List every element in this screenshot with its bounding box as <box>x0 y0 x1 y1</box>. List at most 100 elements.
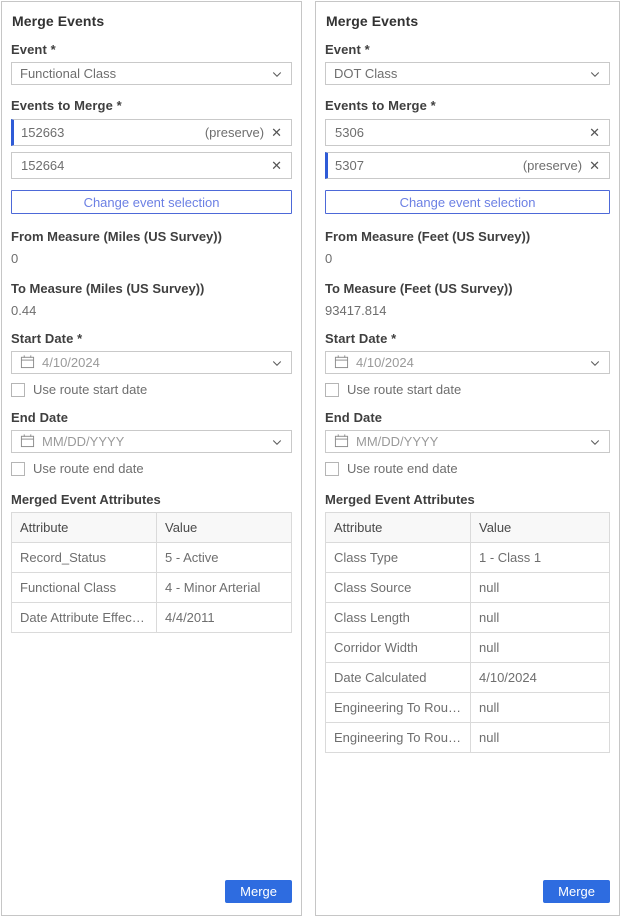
table-row: Engineering To RouteIDnull <box>326 693 610 723</box>
table-row: Date Attribute Effective4/4/2011 <box>12 603 292 633</box>
event-to-merge-item[interactable]: 152663 (preserve) ✕ <box>11 119 292 146</box>
table-header-row: AttributeValue <box>12 513 292 543</box>
table-cell: null <box>471 573 610 603</box>
table-cell: Date Attribute Effective <box>12 603 157 633</box>
use-route-end-date-label: Use route end date <box>33 461 144 476</box>
table-row: Class Sourcenull <box>326 573 610 603</box>
table-header-row: AttributeValue <box>326 513 610 543</box>
table-cell: 5 - Active <box>157 543 292 573</box>
use-route-end-date-row: Use route end date <box>325 461 610 476</box>
change-event-selection-button[interactable]: Change event selection <box>11 190 292 214</box>
table-cell: Date Calculated <box>326 663 471 693</box>
chevron-down-icon <box>589 357 601 369</box>
event-select[interactable]: DOT Class <box>325 62 610 85</box>
table-cell: Engineering To Route ... <box>326 723 471 753</box>
table-row: Engineering To Route ...null <box>326 723 610 753</box>
event-select-value: Functional Class <box>20 66 271 81</box>
from-measure-value: 0 <box>11 251 292 266</box>
table-row: Record_Status5 - Active <box>12 543 292 573</box>
table-cell: Class Type <box>326 543 471 573</box>
from-measure-value: 0 <box>325 251 610 266</box>
table-cell: null <box>471 633 610 663</box>
start-date-picker[interactable]: 4/10/2024 <box>11 351 292 374</box>
end-date-value: MM/DD/YYYY <box>42 434 264 449</box>
end-date-picker[interactable]: MM/DD/YYYY <box>11 430 292 453</box>
table-cell: 4 - Minor Arterial <box>157 573 292 603</box>
use-route-start-date-label: Use route start date <box>347 382 461 397</box>
table-cell: null <box>471 723 610 753</box>
table-cell: Functional Class <box>12 573 157 603</box>
table-row: Class Lengthnull <box>326 603 610 633</box>
table-row: Date Calculated4/10/2024 <box>326 663 610 693</box>
close-icon[interactable]: ✕ <box>271 126 282 139</box>
event-label: Event * <box>325 42 610 57</box>
start-date-picker[interactable]: 4/10/2024 <box>325 351 610 374</box>
table-row: Class Type1 - Class 1 <box>326 543 610 573</box>
calendar-icon <box>20 354 35 372</box>
column-header: Value <box>157 513 292 543</box>
merged-event-attributes-title: Merged Event Attributes <box>325 492 610 507</box>
table-cell: 4/4/2011 <box>157 603 292 633</box>
event-id: 5306 <box>335 125 582 140</box>
table-cell: null <box>471 693 610 723</box>
event-to-merge-item[interactable]: 5306 ✕ <box>325 119 610 146</box>
event-id: 152663 <box>21 125 205 140</box>
column-header: Value <box>471 513 610 543</box>
table-cell: null <box>471 603 610 633</box>
event-id: 5307 <box>335 158 523 173</box>
close-icon[interactable]: ✕ <box>271 159 282 172</box>
use-route-end-date-checkbox[interactable] <box>11 462 25 476</box>
end-date-label: End Date <box>325 410 610 425</box>
column-header: Attribute <box>12 513 157 543</box>
panel-title: Merge Events <box>12 13 292 29</box>
use-route-start-date-row: Use route start date <box>11 382 292 397</box>
table-row: Corridor Widthnull <box>326 633 610 663</box>
end-date-picker[interactable]: MM/DD/YYYY <box>325 430 610 453</box>
column-header: Attribute <box>326 513 471 543</box>
to-measure-value: 0.44 <box>11 303 292 318</box>
table-cell: 1 - Class 1 <box>471 543 610 573</box>
to-measure-label: To Measure (Feet (US Survey)) <box>325 281 610 296</box>
merge-events-workspace: Merge Events Event * Functional Class Ev… <box>0 0 621 917</box>
from-measure-label: From Measure (Miles (US Survey)) <box>11 229 292 244</box>
table-cell: Record_Status <box>12 543 157 573</box>
event-label: Event * <box>11 42 292 57</box>
to-measure-label: To Measure (Miles (US Survey)) <box>11 281 292 296</box>
start-date-value: 4/10/2024 <box>42 355 264 370</box>
merge-button[interactable]: Merge <box>225 880 292 903</box>
chevron-down-icon <box>271 357 283 369</box>
change-event-selection-button[interactable]: Change event selection <box>325 190 610 214</box>
merged-event-attributes-table: AttributeValueRecord_Status5 - ActiveFun… <box>11 512 292 633</box>
use-route-start-date-checkbox[interactable] <box>325 383 339 397</box>
to-measure-value: 93417.814 <box>325 303 610 318</box>
close-icon[interactable]: ✕ <box>589 159 600 172</box>
chevron-down-icon <box>271 68 283 80</box>
chevron-down-icon <box>589 436 601 448</box>
use-route-start-date-checkbox[interactable] <box>11 383 25 397</box>
start-date-label: Start Date * <box>325 331 610 346</box>
close-icon[interactable]: ✕ <box>589 126 600 139</box>
table-cell: Engineering To RouteID <box>326 693 471 723</box>
use-route-start-date-row: Use route start date <box>325 382 610 397</box>
preserve-tag: (preserve) <box>205 125 264 140</box>
merge-button[interactable]: Merge <box>543 880 610 903</box>
event-to-merge-item[interactable]: 152664 ✕ <box>11 152 292 179</box>
events-to-merge-label: Events to Merge * <box>11 98 292 113</box>
event-id: 152664 <box>21 158 264 173</box>
event-select[interactable]: Functional Class <box>11 62 292 85</box>
table-cell: Class Length <box>326 603 471 633</box>
chevron-down-icon <box>589 68 601 80</box>
table-row: Functional Class4 - Minor Arterial <box>12 573 292 603</box>
chevron-down-icon <box>271 436 283 448</box>
merge-events-panel-left: Merge Events Event * Functional Class Ev… <box>1 1 302 916</box>
calendar-icon <box>334 354 349 372</box>
panel-title: Merge Events <box>326 13 610 29</box>
use-route-end-date-checkbox[interactable] <box>325 462 339 476</box>
event-to-merge-item[interactable]: 5307 (preserve) ✕ <box>325 152 610 179</box>
end-date-label: End Date <box>11 410 292 425</box>
preserve-tag: (preserve) <box>523 158 582 173</box>
start-date-value: 4/10/2024 <box>356 355 582 370</box>
merged-event-attributes-title: Merged Event Attributes <box>11 492 292 507</box>
table-cell: 4/10/2024 <box>471 663 610 693</box>
merged-event-attributes-table: AttributeValueClass Type1 - Class 1Class… <box>325 512 610 753</box>
